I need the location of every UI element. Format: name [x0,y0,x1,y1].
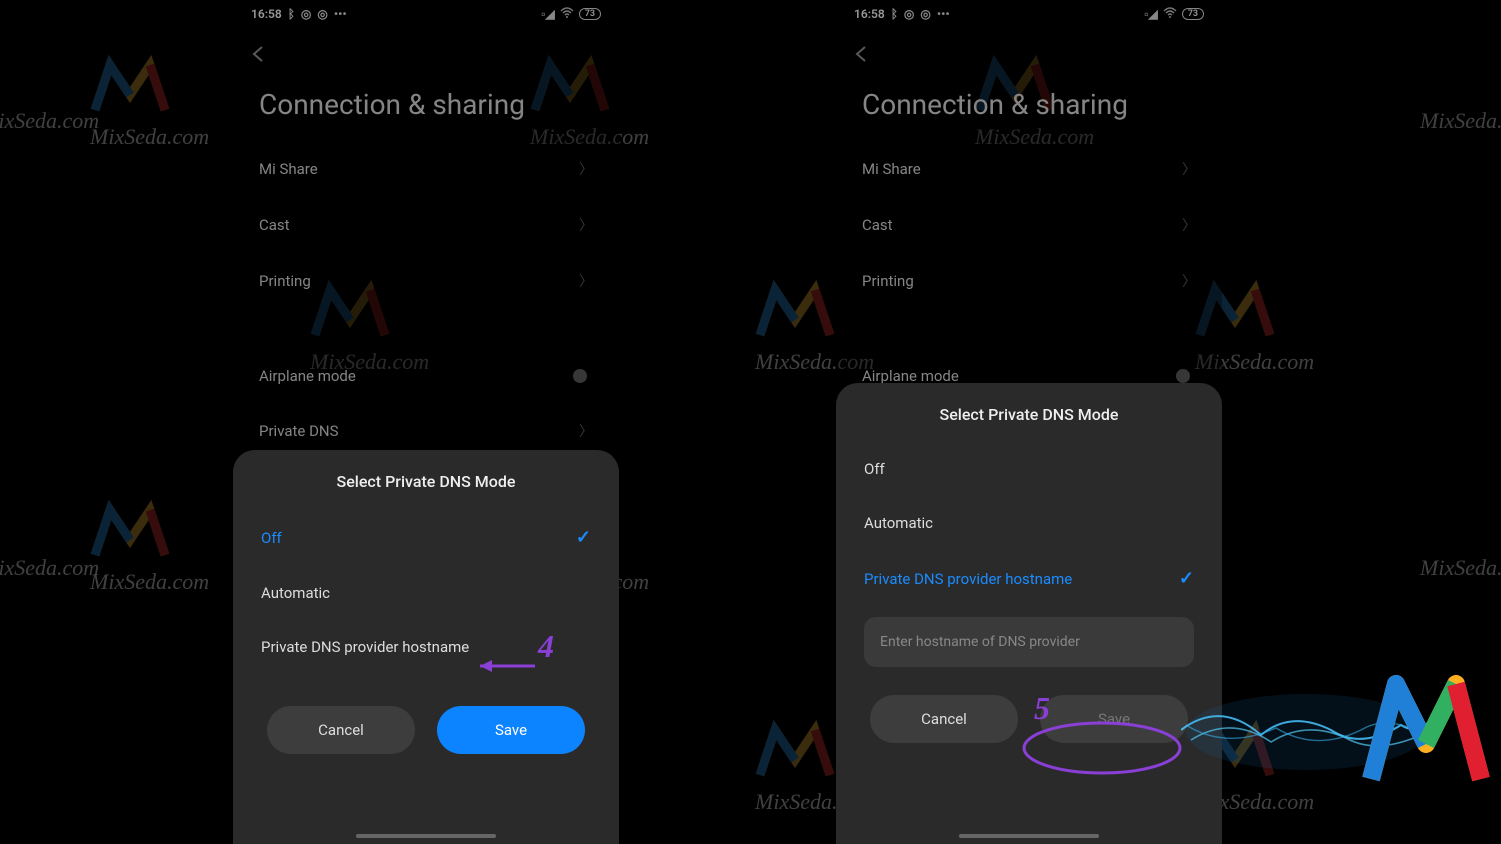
dialog-title: Select Private DNS Mode [233,450,619,509]
hostname-input[interactable]: Enter hostname of DNS provider [864,617,1194,667]
watermark-text: MixSeda.com [1420,108,1501,133]
cancel-button[interactable]: Cancel [267,706,415,754]
option-hostname[interactable]: Private DNS provider hostname [233,620,619,674]
option-automatic[interactable]: Automatic [233,566,619,620]
brand-logo-corner [1181,664,1501,804]
nav-indicator [959,834,1099,838]
option-off[interactable]: Off [836,442,1222,496]
private-dns-dialog: Select Private DNS Mode Off Automatic Pr… [836,383,1222,844]
option-off[interactable]: Off✓ [233,509,619,566]
option-hostname[interactable]: Private DNS provider hostname✓ [836,550,1222,607]
save-button[interactable]: Save [437,706,585,754]
watermark-text: MixSeda.com [1420,555,1501,580]
watermark-text: MixSeda.com [90,124,209,150]
private-dns-dialog: Select Private DNS Mode Off✓ Automatic P… [233,450,619,844]
dialog-title: Select Private DNS Mode [836,383,1222,442]
check-icon: ✓ [576,527,591,548]
option-automatic[interactable]: Automatic [836,496,1222,550]
phone-screenshot-left: 16:58 ᛒ ◎ ◎ ••• ▫◢ 73 Connection & shari… [233,0,619,844]
check-icon: ✓ [1179,568,1194,589]
phone-screenshot-right: 16:58 ᛒ ◎ ◎ ••• ▫◢ 73 Connection & shari… [836,0,1222,844]
save-button-disabled[interactable]: Save [1040,695,1188,743]
cancel-button[interactable]: Cancel [870,695,1018,743]
nav-indicator [356,834,496,838]
watermark-text: MixSeda.com [90,569,209,595]
watermark-text: MixSeda.com [0,555,99,580]
watermark-text: MixSeda.com [0,108,99,133]
